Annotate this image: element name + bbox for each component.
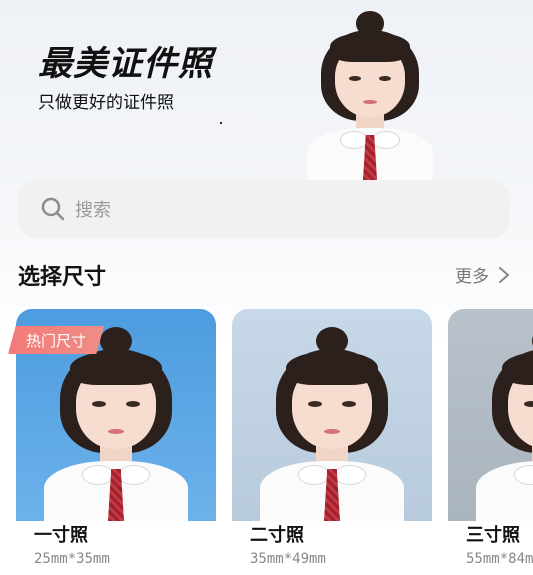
size-card-3inch[interactable]: 三寸照 55mm*84mm: [448, 309, 533, 575]
section-title: 选择尺寸: [18, 265, 107, 290]
card-name: 一寸照: [34, 525, 88, 546]
card-size: 55mm*84mm: [466, 551, 533, 567]
card-name: 三寸照: [466, 525, 520, 546]
card-info: 一寸照 25mm*35mm: [16, 521, 216, 575]
card-portrait-image: [232, 321, 432, 521]
search-bar[interactable]: 搜索: [17, 180, 509, 238]
card-info: 二寸照 35mm*49mm: [232, 521, 432, 575]
card-name: 二寸照: [250, 525, 304, 546]
search-icon: [41, 197, 65, 221]
more-link-label: 更多: [455, 267, 489, 287]
more-link[interactable]: 更多: [455, 262, 511, 287]
size-card-2inch[interactable]: 二寸照 35mm*49mm: [232, 309, 432, 575]
card-info: 三寸照 55mm*84mm: [448, 521, 533, 575]
search-placeholder: 搜索: [75, 200, 111, 221]
hero-subtitle: 只做更好的证件照: [38, 93, 174, 113]
decorative-dot: [220, 122, 222, 124]
card-portrait-image: [448, 321, 533, 521]
card-size: 25mm*35mm: [34, 551, 110, 567]
hero-portrait-image: [282, 6, 458, 180]
card-size: 35mm*49mm: [250, 551, 326, 567]
hot-size-tag: 热门尺寸: [8, 326, 104, 354]
app-page: 最美证件照 只做更好的证件照 搜索 选择尺寸 更多 一寸照 25mm*35mm …: [0, 0, 533, 575]
chevron-right-icon: [499, 266, 509, 283]
hero-title: 最美证件照: [38, 44, 213, 84]
hero-banner: 最美证件照 只做更好的证件照: [0, 0, 533, 180]
